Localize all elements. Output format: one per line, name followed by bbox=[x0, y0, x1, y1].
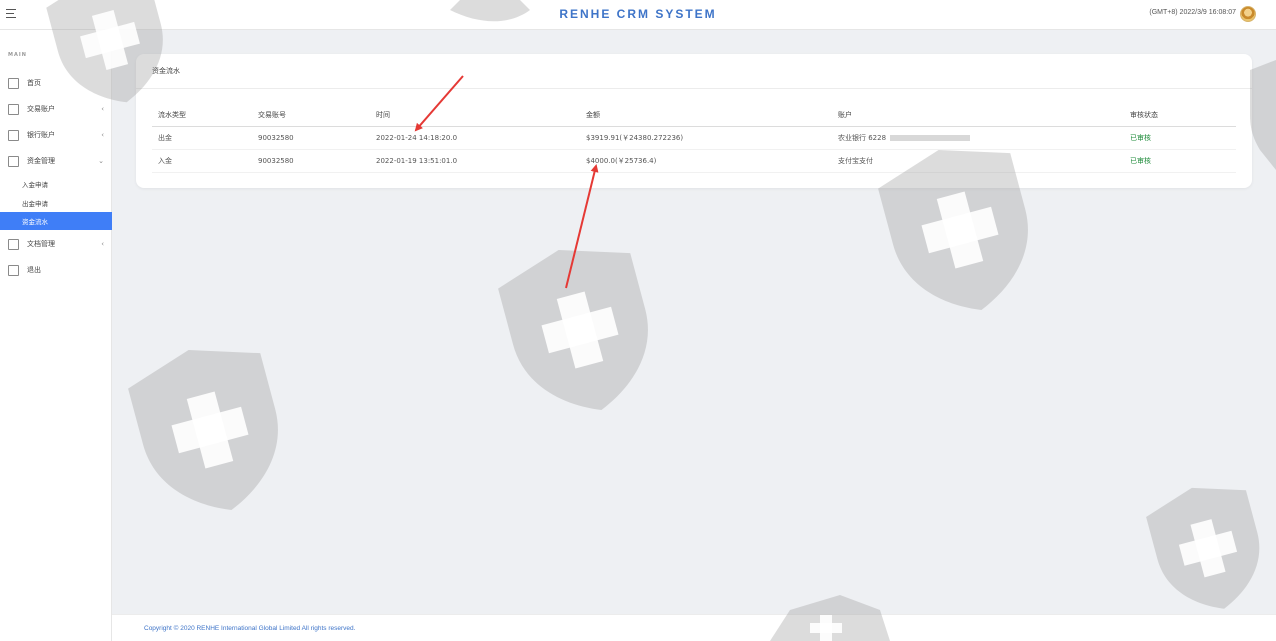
column-header: 账户 bbox=[832, 104, 1124, 127]
table-row: 入金 90032580 2022-01-19 13:51:01.0 $4000.… bbox=[152, 149, 1236, 173]
cell-amount: $4000.0(￥25736.4) bbox=[580, 149, 832, 173]
sidebar-item-fund-management[interactable]: 资金管理 ⌄ bbox=[0, 152, 112, 170]
shield-watermark-icon bbox=[1250, 60, 1276, 170]
column-header: 交易账号 bbox=[252, 104, 370, 127]
divider bbox=[136, 88, 1252, 89]
copyright-text: Copyright © 2020 RENHE International Glo… bbox=[144, 625, 356, 632]
shield-watermark-icon bbox=[498, 250, 648, 410]
cell-type: 出金 bbox=[152, 126, 252, 150]
sidebar-item-logout[interactable]: 退出 bbox=[0, 261, 112, 279]
sidebar-item-label: 文档管理 bbox=[27, 240, 55, 248]
shield-watermark-icon bbox=[128, 350, 278, 510]
document-icon bbox=[8, 103, 19, 115]
sidebar-item-home[interactable]: 首页 bbox=[0, 74, 112, 92]
cell-status: 已审核 bbox=[1124, 126, 1236, 150]
fund-flow-table: 流水类型 交易账号 时间 金额 账户 审核状态 出金 90032580 2022… bbox=[152, 104, 1236, 173]
sidebar-item-label: 银行账户 bbox=[27, 131, 55, 139]
sidebar-section-label: MAIN bbox=[8, 52, 27, 58]
cell-account-text: 农业银行 6228 bbox=[838, 133, 887, 142]
column-header: 审核状态 bbox=[1124, 104, 1236, 127]
database-icon bbox=[8, 129, 19, 141]
sidebar-subitem-fund-flow[interactable]: 资金流水 bbox=[0, 212, 112, 230]
redacted-block bbox=[890, 134, 971, 141]
sidebar-subitem-deposit[interactable]: 入金申请 bbox=[0, 175, 112, 193]
chevron-left-icon: ‹ bbox=[101, 131, 104, 139]
sidebar-item-label: 资金管理 bbox=[27, 157, 55, 165]
table-row: 出金 90032580 2022-01-24 14:18:20.0 $3919.… bbox=[152, 126, 1236, 150]
sidebar-item-bank-accounts[interactable]: 银行账户 ‹ bbox=[0, 126, 112, 144]
sidebar-item-trading-accounts[interactable]: 交易账户 ‹ bbox=[0, 100, 112, 118]
sidebar-subitem-withdraw[interactable]: 出金申请 bbox=[0, 194, 112, 212]
cell-amount: $3919.91(￥24380.272236) bbox=[580, 126, 832, 150]
file-icon bbox=[8, 238, 19, 250]
column-header: 时间 bbox=[370, 104, 580, 127]
column-header: 金额 bbox=[580, 104, 832, 127]
sidebar-item-documents[interactable]: 文档管理 ‹ bbox=[0, 235, 112, 253]
cell-account-no: 90032580 bbox=[252, 126, 370, 150]
footer: Copyright © 2020 RENHE International Glo… bbox=[112, 614, 1276, 641]
datetime-display: (GMT+8) 2022/3/9 16:08:07 bbox=[1149, 9, 1236, 16]
column-header: 流水类型 bbox=[152, 104, 252, 127]
cell-account: 支付宝支付 bbox=[832, 149, 1124, 173]
sidebar-item-label: 首页 bbox=[27, 79, 41, 87]
chevron-down-icon: ⌄ bbox=[98, 157, 104, 165]
avatar[interactable] bbox=[1240, 6, 1256, 22]
fund-flow-card: 资金流水 流水类型 交易账号 时间 金额 账户 审核状态 出金 90032580… bbox=[136, 54, 1252, 188]
chevron-left-icon: ‹ bbox=[101, 105, 104, 113]
app-title: RENHE CRM SYSTEM bbox=[559, 7, 717, 21]
card-title: 资金流水 bbox=[152, 67, 180, 75]
cell-account: 农业银行 6228 bbox=[832, 126, 1124, 150]
logout-icon bbox=[8, 264, 19, 276]
home-icon bbox=[8, 77, 19, 89]
grid-icon bbox=[8, 155, 19, 167]
sidebar: MAIN 首页 交易账户 ‹ 银行账户 ‹ 资金管理 ⌄ 入金申请 出金申请 资… bbox=[0, 30, 112, 641]
top-header: RENHE CRM SYSTEM (GMT+8) 2022/3/9 16:08:… bbox=[0, 0, 1276, 30]
cell-time: 2022-01-24 14:18:20.0 bbox=[370, 126, 580, 150]
sidebar-item-label: 交易账户 bbox=[27, 105, 55, 113]
cell-time: 2022-01-19 13:51:01.0 bbox=[370, 149, 580, 173]
cell-type: 入金 bbox=[152, 149, 252, 173]
table-header-row: 流水类型 交易账号 时间 金额 账户 审核状态 bbox=[152, 104, 1236, 127]
cell-account-no: 90032580 bbox=[252, 149, 370, 173]
chevron-left-icon: ‹ bbox=[101, 240, 104, 248]
cell-status: 已审核 bbox=[1124, 149, 1236, 173]
sidebar-item-label: 退出 bbox=[27, 266, 41, 274]
